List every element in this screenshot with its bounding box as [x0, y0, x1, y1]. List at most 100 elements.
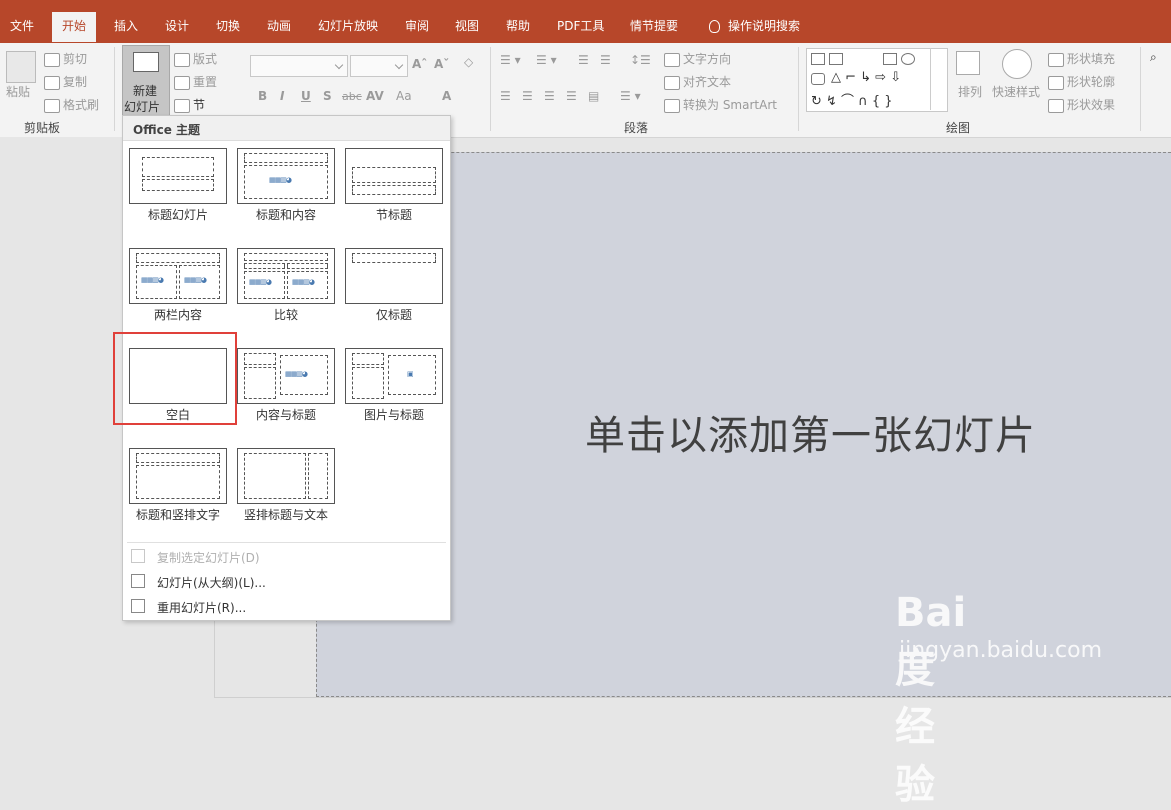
section-button[interactable]: 节 — [174, 96, 205, 113]
font-name-combo[interactable] — [250, 55, 348, 77]
paste-button[interactable]: 粘贴 — [6, 83, 30, 100]
tab-design[interactable]: 设计 — [159, 12, 195, 42]
quick-styles-button[interactable]: 快速样式 — [992, 83, 1040, 100]
layout-label: 竖排标题与文本 — [243, 508, 328, 522]
content-placeholder-left: ▦▦▥◕ — [244, 271, 285, 299]
shape-outline-button[interactable]: 形状轮廓 — [1048, 73, 1115, 90]
shape-effects-button[interactable]: 形状效果 — [1048, 96, 1115, 113]
title-placeholder — [142, 157, 214, 177]
shrink-font-icon[interactable]: Aˇ — [434, 57, 449, 71]
layout-picture-caption[interactable]: ▣ 图片与标题 — [339, 342, 447, 424]
theme-header-label: Office 主题 — [133, 123, 201, 137]
align-center-icon[interactable]: ☰ — [522, 89, 533, 103]
effects-icon — [1048, 98, 1064, 113]
tab-animations[interactable]: 动画 — [261, 12, 297, 42]
tell-me-search[interactable]: 操作说明搜索 — [703, 12, 806, 42]
grow-font-icon[interactable]: Aˆ — [412, 57, 427, 71]
reuse-slides-icon — [131, 599, 145, 613]
duplicate-selected-slides: 复制选定幻灯片(D) — [123, 545, 450, 567]
shape-fill-label: 形状填充 — [1067, 52, 1116, 66]
tab-insert[interactable]: 插入 — [108, 12, 144, 42]
align-right-icon[interactable]: ☰ — [544, 89, 555, 103]
tab-help[interactable]: 帮助 — [500, 12, 536, 42]
layout-icon — [174, 52, 190, 67]
vertical-text-placeholder — [136, 465, 220, 499]
new-slide-label: 新建 — [133, 84, 158, 98]
layout-title-vertical-text[interactable]: 标题和竖排文字 — [123, 442, 231, 524]
tab-pdf-tools[interactable]: PDF工具 — [551, 12, 610, 42]
tab-review[interactable]: 审阅 — [399, 12, 435, 42]
layout-section-header[interactable]: 节标题 — [339, 142, 447, 224]
change-case-button[interactable]: Aa — [396, 89, 412, 103]
shadow-button[interactable]: S — [323, 89, 332, 103]
layout-content-caption[interactable]: ▦▦▥◕ 内容与标题 — [231, 342, 339, 424]
underline-button[interactable]: U — [301, 89, 311, 103]
decrease-indent-icon[interactable]: ☰ — [578, 53, 589, 67]
italic-button[interactable]: I — [280, 89, 284, 103]
font-size-combo[interactable] — [350, 55, 408, 77]
align-left-icon[interactable]: ☰ — [500, 89, 511, 103]
shapes-gallery[interactable]: △ ⌐ ↳ ⇨ ⇩ ↻ ↯ ⌒ ∩ { } — [806, 48, 948, 112]
format-painter-button[interactable]: 格式刷 — [44, 96, 99, 113]
content-icons: ▦▦▥◕ — [141, 276, 164, 284]
strikethrough-button[interactable]: abc — [342, 90, 362, 103]
quick-styles-icon — [1002, 49, 1032, 79]
shape-fill-button[interactable]: 形状填充 — [1048, 50, 1115, 67]
content-placeholder-right: ▦▦▥◕ — [179, 265, 220, 299]
tab-file[interactable]: 文件 — [4, 12, 40, 42]
copy-button[interactable]: 复制 — [44, 73, 87, 90]
group-divider — [114, 47, 115, 131]
theme-header: Office 主题 — [123, 116, 450, 141]
align-text-button[interactable]: 对齐文本 — [664, 73, 731, 90]
tab-storyboard[interactable]: 情节提要 — [624, 12, 684, 42]
status-area — [214, 697, 1171, 718]
cut-button[interactable]: 剪切 — [44, 50, 87, 67]
layout-comparison[interactable]: ▦▦▥◕ ▦▦▥◕ 比较 — [231, 242, 339, 324]
shape-row-icons-2: ↻ ↯ ⌒ ∩ { } — [811, 94, 893, 109]
smartart-button[interactable]: 转换为 SmartArt — [664, 96, 777, 113]
layout-button[interactable]: 版式 — [174, 50, 217, 67]
font-color-button[interactable]: A — [442, 89, 451, 103]
reuse-slides[interactable]: 重用幻灯片(R)... — [123, 595, 450, 617]
find-icon[interactable]: ⌕ — [1150, 50, 1157, 65]
reset-icon — [174, 75, 190, 90]
reset-button[interactable]: 重置 — [174, 73, 217, 90]
layout-title-only[interactable]: 仅标题 — [339, 242, 447, 324]
distributed-icon[interactable]: ▤ — [588, 89, 599, 103]
new-slide-button[interactable]: 新建 幻灯片 — [122, 45, 170, 117]
layout-title-slide[interactable]: 标题幻灯片 — [123, 142, 231, 224]
title-placeholder — [244, 153, 328, 163]
increase-indent-icon[interactable]: ☰ — [600, 53, 611, 67]
bullets-icon[interactable]: ☰ ▾ — [500, 53, 521, 67]
shape-row-icons: △ ⌐ ↳ ⇨ ⇩ — [831, 70, 902, 85]
slides-from-outline[interactable]: 幻灯片(从大纲)(L)... — [123, 570, 450, 592]
vertical-textbox-shape-icon — [829, 53, 843, 65]
tab-transitions[interactable]: 切换 — [210, 12, 246, 42]
char-spacing-button[interactable]: AV — [366, 89, 384, 103]
reset-label: 重置 — [193, 75, 218, 89]
add-first-slide-prompt[interactable]: 单击以添加第一张幻灯片 — [585, 403, 1036, 461]
layout-thumbnail — [129, 148, 227, 204]
arrange-button[interactable]: 排列 — [958, 83, 982, 100]
bold-button[interactable]: B — [258, 89, 267, 103]
line-spacing-icon[interactable]: ↕☰ — [630, 53, 651, 67]
numbering-icon[interactable]: ☰ ▾ — [536, 53, 557, 67]
columns-icon[interactable]: ☰ ▾ — [620, 89, 641, 103]
menu-label: 重用幻灯片(R)... — [157, 601, 247, 615]
text-direction-button[interactable]: 文字方向 — [664, 50, 731, 67]
justify-icon[interactable]: ☰ — [566, 89, 577, 103]
layout-vertical-title-text[interactable]: 竖排标题与文本 — [231, 442, 339, 524]
tab-view[interactable]: 视图 — [449, 12, 485, 42]
picture-icon: ▣ — [407, 370, 414, 378]
clear-format-icon[interactable]: ◇ — [464, 55, 473, 69]
layout-thumbnail — [129, 448, 227, 504]
outline-icon — [131, 574, 145, 588]
layout-thumbnail: ▦▦▥◕ ▦▦▥◕ — [129, 248, 227, 304]
shapes-scroll[interactable] — [930, 48, 945, 110]
layout-title-content[interactable]: ▦▦▥◕ 标题和内容 — [231, 142, 339, 224]
layout-thumbnail — [345, 248, 443, 304]
title-placeholder — [136, 453, 220, 463]
layout-two-content[interactable]: ▦▦▥◕ ▦▦▥◕ 两栏内容 — [123, 242, 231, 324]
tab-slideshow[interactable]: 幻灯片放映 — [312, 12, 384, 42]
tab-home[interactable]: 开始 — [52, 12, 97, 42]
